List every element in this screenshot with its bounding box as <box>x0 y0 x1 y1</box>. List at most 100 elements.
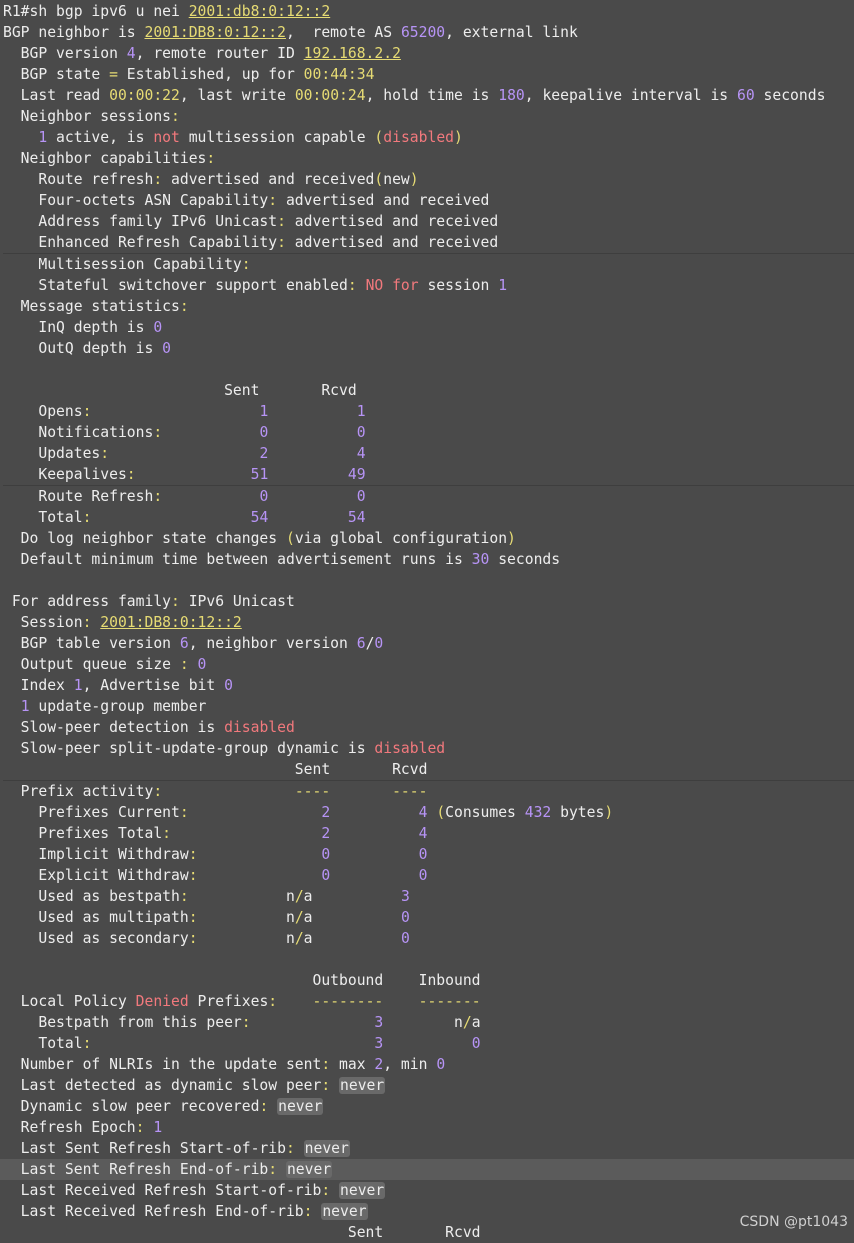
terminal-text: , neighbor version <box>188 635 357 652</box>
terminal-text: : <box>206 150 216 167</box>
terminal-text: disabled <box>224 719 295 736</box>
terminal-text: 6 <box>179 635 189 652</box>
terminal-line: BGP state = Established, up for 00:44:34 <box>3 64 854 85</box>
terminal-text: n <box>188 888 295 905</box>
terminal-line: Total: 54 54 <box>3 507 854 528</box>
terminal-text: 0 <box>162 340 172 357</box>
terminal-text: 4 <box>126 45 136 62</box>
terminal-text: 0 <box>224 677 233 694</box>
terminal-line: Used as secondary: n/a 0 <box>3 928 854 949</box>
terminal-text: Slow-peer detection is <box>3 719 225 736</box>
terminal-text: : <box>188 867 198 884</box>
terminal-text: disabled <box>374 740 446 757</box>
terminal-text: Used as secondary <box>3 930 189 947</box>
terminal-text: 49 <box>347 466 366 483</box>
terminal-text: , keepalive interval is <box>524 87 737 104</box>
terminal-text: IPv6 Unicast <box>179 593 295 610</box>
terminal-text: a <box>303 888 401 905</box>
terminal-text: : <box>188 846 198 863</box>
terminal-text: n <box>197 909 295 926</box>
terminal-text: , external link <box>445 24 578 41</box>
terminal-text: : <box>153 783 163 800</box>
terminal-text: NO <box>365 277 384 294</box>
terminal-text: 0 <box>418 846 428 863</box>
terminal-text: advertised and received <box>285 213 499 230</box>
terminal-text: bytes <box>551 804 605 821</box>
terminal-text: Established, up for <box>117 66 304 83</box>
terminal-text: : <box>100 445 110 462</box>
terminal-line: Stateful switchover support enabled: NO … <box>3 275 854 296</box>
terminal-text: 1 <box>259 403 269 420</box>
highlighted-token: never <box>339 1077 386 1094</box>
terminal-text: 2 <box>374 1056 384 1073</box>
terminal-text: 4 <box>418 825 428 842</box>
terminal-line: Prefix activity: ---- ---- <box>3 780 854 802</box>
terminal-text: a <box>471 1014 481 1031</box>
terminal-text: ------- <box>418 993 481 1010</box>
terminal-text: Enhanced Refresh Capability <box>3 234 278 251</box>
terminal-text: : <box>268 192 278 209</box>
terminal-text: Do log neighbor state changes <box>3 530 286 547</box>
terminal-line: Implicit Withdraw: 0 0 <box>3 844 854 865</box>
terminal-text: 6 <box>356 635 366 652</box>
terminal-text: : <box>188 930 198 947</box>
terminal-text: Used as bestpath <box>3 888 180 905</box>
terminal-text: : <box>162 825 172 842</box>
terminal-text: 54 <box>250 509 269 526</box>
terminal-text: 1 <box>356 403 366 420</box>
terminal-line: Index 1, Advertise bit 0 <box>3 675 854 696</box>
terminal-text: 0 <box>400 930 410 947</box>
terminal-text: 0 <box>153 319 163 336</box>
terminal-text: 1 <box>38 129 48 146</box>
terminal-text: : <box>126 466 136 483</box>
terminal-text: R1#sh bgp ipv6 u nei <box>3 3 189 20</box>
terminal-text: Keepalives <box>3 466 127 483</box>
terminal-text: Explicit Withdraw <box>3 867 189 884</box>
terminal-text: Used as multipath <box>3 909 189 926</box>
terminal-text: 3 <box>374 1014 384 1031</box>
terminal-text: Outbound Inbound <box>3 972 481 989</box>
terminal-text: 0 <box>356 424 366 441</box>
terminal-text: Neighbor sessions <box>3 108 172 125</box>
terminal-text: 2001:DB8:0:12::2 <box>100 614 242 631</box>
terminal-text: 1 <box>73 677 83 694</box>
terminal-text: 2001:DB8:0:12::2 <box>144 24 286 41</box>
terminal-line: Local Policy Denied Prefixes: -------- -… <box>3 991 854 1012</box>
terminal-line: Session: 2001:DB8:0:12::2 <box>3 612 854 633</box>
terminal-text: Prefixes <box>188 993 269 1010</box>
terminal-text: Last Received Refresh Start-of-rib <box>3 1182 322 1199</box>
terminal-text: : <box>179 656 189 673</box>
terminal-text: Updates <box>3 445 101 462</box>
terminal-text: Last read <box>3 87 110 104</box>
terminal-text: Default minimum time between advertiseme… <box>3 551 472 568</box>
terminal-text: 00:00:24 <box>294 87 366 104</box>
terminal-line: Total: 3 0 <box>3 1033 854 1054</box>
terminal-text: 60 <box>737 87 755 104</box>
terminal-line: BGP neighbor is 2001:DB8:0:12::2, remote… <box>3 22 854 43</box>
terminal-text: : <box>153 171 163 188</box>
terminal-text: Last Sent Refresh Start-of-rib <box>3 1140 286 1157</box>
terminal-line: R1#sh bgp ipv6 u nei 2001:db8:0:12::2 <box>3 1 854 22</box>
terminal-text: Opens <box>3 403 83 420</box>
terminal-text: InQ depth is <box>3 319 154 336</box>
terminal-text: Bestpath from this peer <box>3 1014 242 1031</box>
